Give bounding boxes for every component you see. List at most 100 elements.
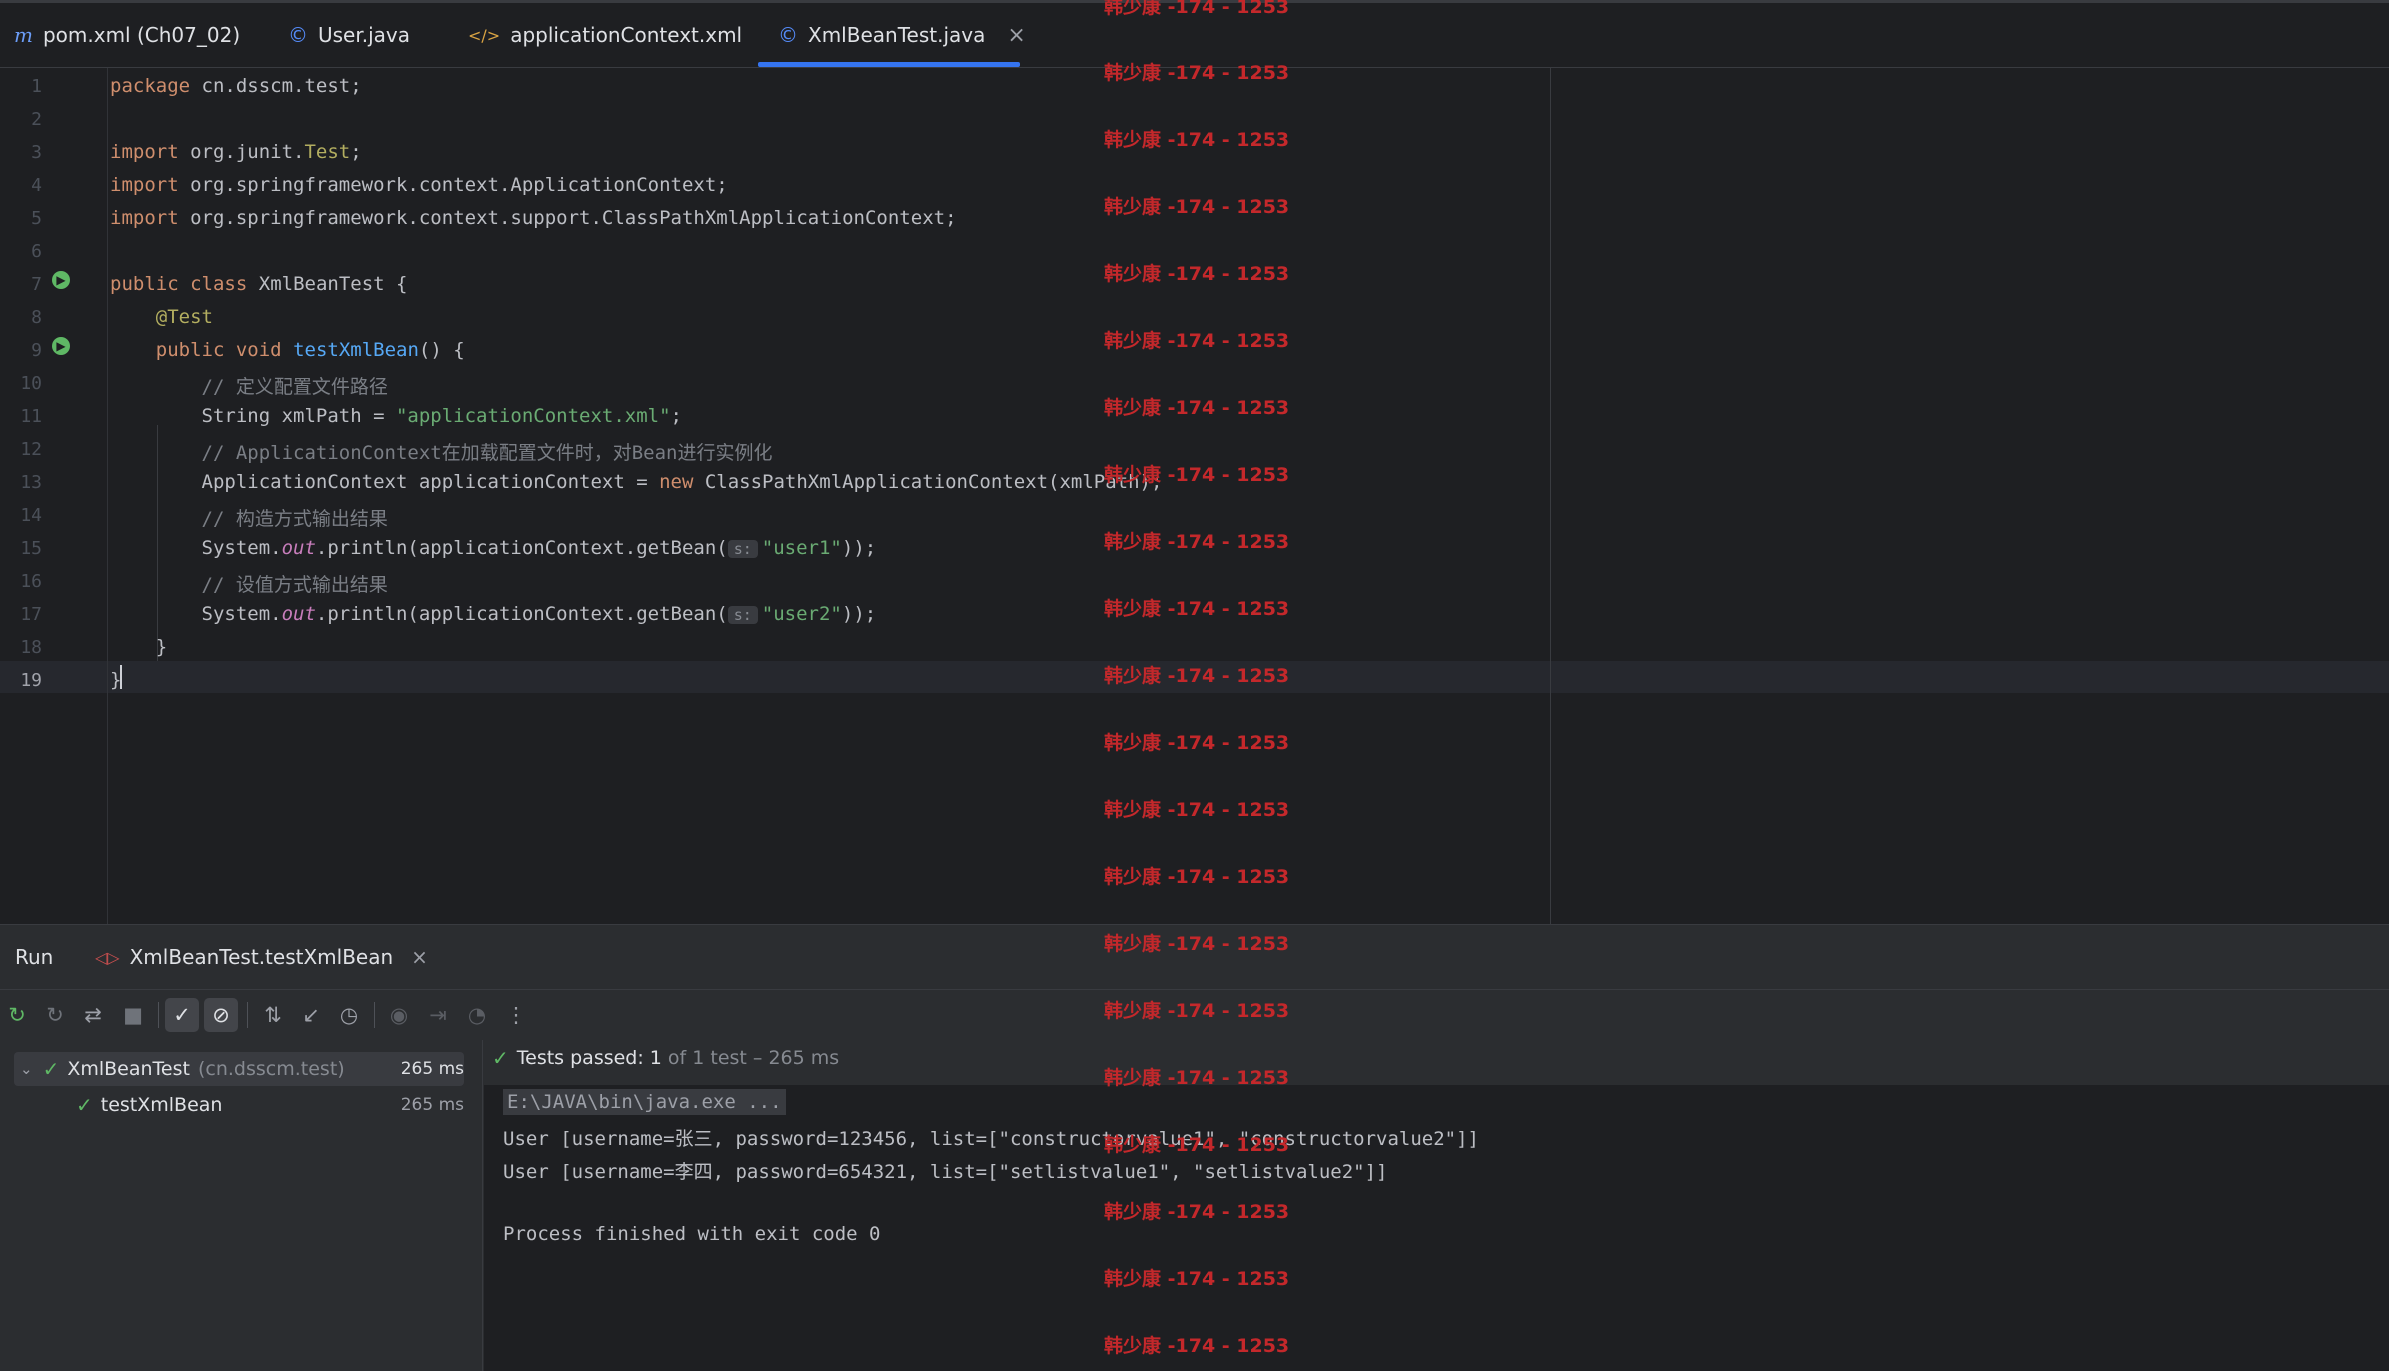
watermark-text: 韩少康 -174 - 1253 xyxy=(1104,933,1290,955)
line-number: 7 xyxy=(31,274,42,295)
toolbar-separator xyxy=(247,1002,248,1028)
run-test-icon[interactable]: ▶ xyxy=(52,271,70,289)
watermark-text: 韩少康 -174 - 1253 xyxy=(1104,129,1290,151)
test-class-name: XmlBeanTest xyxy=(67,1058,190,1080)
watermark-text: 韩少康 -174 - 1253 xyxy=(1104,531,1290,553)
line-number: 2 xyxy=(31,109,42,130)
xml-file-icon: </> xyxy=(468,25,501,45)
watermark-text: 韩少康 -174 - 1253 xyxy=(1104,598,1290,620)
code-line: ApplicationContext applicationContext = … xyxy=(201,471,1163,493)
watermark-text: 韩少康 -174 - 1253 xyxy=(1104,0,1290,18)
parameter-hint: s: xyxy=(727,540,758,558)
line-number: 12 xyxy=(20,439,42,460)
close-tab-icon[interactable]: × xyxy=(411,945,428,969)
test-method-name: testXmlBean xyxy=(100,1094,223,1116)
tab-label: User.java xyxy=(318,23,411,47)
run-test-icon[interactable]: ▶ xyxy=(52,337,70,355)
test-results-tree: ⌄ ✓ XmlBeanTest (cn.dsscm.test) 265 ms ✓… xyxy=(0,1040,483,1371)
console-line: User [username=张三, password=123456, list… xyxy=(503,1128,1479,1150)
java-class-icon: © xyxy=(778,23,798,47)
more-options-icon[interactable]: ⋮ xyxy=(499,998,533,1032)
code-line: @Test xyxy=(155,306,213,328)
rerun-icon[interactable]: ↻ xyxy=(0,998,34,1032)
collapse-all-icon[interactable]: ↙ xyxy=(294,998,328,1032)
rerun-failed-icon[interactable]: ↻ xyxy=(38,998,72,1032)
toolbar-separator xyxy=(158,1002,159,1028)
code-line: System.out.println(applicationContext.ge… xyxy=(201,537,877,559)
line-number: 1 xyxy=(31,76,42,97)
code-line: public void testXmlBean() { xyxy=(155,339,465,361)
code-line: String xmlPath = "applicationContext.xml… xyxy=(201,405,682,427)
console-line: User [username=李四, password=654321, list… xyxy=(503,1161,1388,1183)
tests-passed-label: Tests passed: 1 xyxy=(516,1047,662,1069)
show-ignored-icon[interactable]: ⊘ xyxy=(204,998,238,1032)
tree-node-method[interactable]: ✓ testXmlBean 265 ms xyxy=(14,1088,464,1122)
watermark-text: 韩少康 -174 - 1253 xyxy=(1104,1201,1290,1223)
line-number: 13 xyxy=(20,472,42,493)
history-icon[interactable]: ◔ xyxy=(460,998,494,1032)
line-number: 4 xyxy=(31,175,42,196)
watermark-text: 韩少康 -174 - 1253 xyxy=(1104,1000,1290,1022)
watermark-text: 韩少康 -174 - 1253 xyxy=(1104,732,1290,754)
watermark-text: 韩少康 -174 - 1253 xyxy=(1104,1134,1290,1156)
line-number: 14 xyxy=(20,505,42,526)
code-line: System.out.println(applicationContext.ge… xyxy=(201,603,877,625)
run-tab-label: XmlBeanTest.testXmlBean xyxy=(129,945,394,969)
tab-pom-xml[interactable]: m pom.xml (Ch07_02) xyxy=(14,3,240,67)
tree-node-class[interactable]: ⌄ ✓ XmlBeanTest (cn.dsscm.test) 265 ms xyxy=(14,1052,464,1086)
camera-icon[interactable]: ◉ xyxy=(382,998,416,1032)
console-line: Process finished with exit code 0 xyxy=(503,1223,881,1245)
run-config-tab[interactable]: ◁▷ XmlBeanTest.testXmlBean × xyxy=(95,945,428,969)
line-number: 19 xyxy=(20,670,42,691)
import-tests-icon[interactable]: ⇥ xyxy=(421,998,455,1032)
text-caret xyxy=(120,665,122,689)
line-number: 15 xyxy=(20,538,42,559)
line-number: 6 xyxy=(31,241,42,262)
watermark-text: 韩少康 -174 - 1253 xyxy=(1104,799,1290,821)
tab-label: XmlBeanTest.java xyxy=(808,23,986,47)
passed-check-icon: ✓ xyxy=(492,1046,509,1070)
line-number: 11 xyxy=(20,406,42,427)
tab-user-java[interactable]: © User.java xyxy=(288,3,410,67)
chevron-down-icon[interactable]: ⌄ xyxy=(20,1060,33,1078)
line-number: 16 xyxy=(20,571,42,592)
sort-alphabetically-icon[interactable]: ⇅ xyxy=(256,998,290,1032)
code-line: package cn.dsscm.test; xyxy=(110,75,362,97)
test-duration: 265 ms xyxy=(400,1095,464,1115)
code-line: // 构造方式输出结果 xyxy=(201,508,388,530)
code-line: import org.springframework.context.Appli… xyxy=(110,174,728,196)
console-output[interactable]: E:\JAVA\bin\java.exe ... User [username=… xyxy=(484,1085,2389,1371)
line-number: 18 xyxy=(20,637,42,658)
tab-application-context-xml[interactable]: </> applicationContext.xml xyxy=(468,3,742,67)
watermark-text: 韩少康 -174 - 1253 xyxy=(1104,397,1290,419)
toggle-auto-test-icon[interactable]: ⇄ xyxy=(76,998,110,1032)
sort-by-duration-icon[interactable]: ◷ xyxy=(332,998,366,1032)
watermark-text: 韩少康 -174 - 1253 xyxy=(1104,263,1290,285)
maven-icon: m xyxy=(14,23,33,47)
code-line: import org.junit.Test; xyxy=(110,141,362,163)
line-number: 9 xyxy=(31,340,42,361)
test-status-bar: ✓ Tests passed: 1 of 1 test – 265 ms xyxy=(492,1040,839,1076)
watermark-text: 韩少康 -174 - 1253 xyxy=(1104,330,1290,352)
watermark-text: 韩少康 -174 - 1253 xyxy=(1104,1268,1290,1290)
console-command[interactable]: E:\JAVA\bin\java.exe ... xyxy=(503,1089,786,1115)
tab-xmlbeantest-java[interactable]: © XmlBeanTest.java × xyxy=(758,3,1026,67)
test-package-name: (cn.dsscm.test) xyxy=(197,1058,345,1080)
line-number: 10 xyxy=(20,373,42,394)
watermark-text: 韩少康 -174 - 1253 xyxy=(1104,62,1290,84)
line-number: 3 xyxy=(31,142,42,163)
code-line: // 设值方式输出结果 xyxy=(201,574,388,596)
console-line: E:\JAVA\bin\java.exe ... xyxy=(503,1089,786,1115)
show-passed-icon[interactable]: ✓ xyxy=(165,998,199,1032)
line-number: 5 xyxy=(31,208,42,229)
watermark-text: 韩少康 -174 - 1253 xyxy=(1104,1067,1290,1089)
close-tab-icon[interactable]: × xyxy=(1007,23,1025,48)
code-line: // ApplicationContext在加载配置文件时，对Bean进行实例化 xyxy=(201,442,773,464)
watermark-text: 韩少康 -174 - 1253 xyxy=(1104,866,1290,888)
stop-icon[interactable]: ■ xyxy=(116,998,150,1032)
tab-label: pom.xml (Ch07_02) xyxy=(42,23,241,47)
code-line: // 定义配置文件路径 xyxy=(201,376,388,398)
line-number-gutter xyxy=(0,68,108,924)
code-line: } xyxy=(155,636,168,658)
parameter-hint: s: xyxy=(727,606,758,624)
